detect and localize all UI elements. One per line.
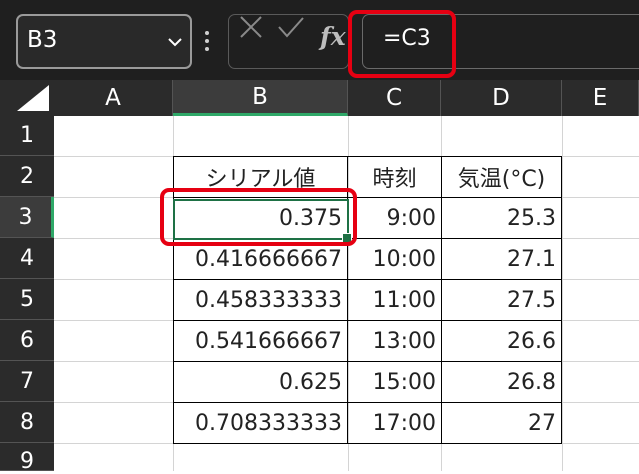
cell-c5[interactable]: 11:00 [348, 280, 441, 320]
row-header-8[interactable]: 8 [0, 402, 54, 443]
cell-c8[interactable]: 17:00 [348, 403, 441, 443]
row-header-9[interactable]: 9 [0, 443, 54, 474]
name-box-value: B3 [27, 27, 58, 53]
select-all-button[interactable] [0, 80, 54, 116]
spreadsheet-grid: A B C D E 1 2 3 4 5 6 7 8 9 シリアル値 時刻 気温(… [0, 80, 639, 474]
cell-c7[interactable]: 15:00 [348, 362, 441, 402]
cell-d8[interactable]: 27 [442, 403, 561, 443]
formula-bar: B3 fx =C3 [0, 0, 639, 80]
row-header-7[interactable]: 7 [0, 361, 54, 402]
cell-d6[interactable]: 26.6 [442, 321, 561, 361]
insert-function-icon[interactable]: fx [320, 22, 346, 51]
column-header-e[interactable]: E [562, 80, 639, 116]
cell-highlight-annotation [160, 188, 357, 246]
cancel-icon[interactable] [238, 12, 264, 42]
column-header-a[interactable]: A [54, 80, 173, 116]
cell-d7[interactable]: 26.8 [442, 362, 561, 402]
cell-c6[interactable]: 13:00 [348, 321, 441, 361]
formula-highlight-annotation [348, 10, 456, 78]
more-options-icon[interactable] [205, 31, 209, 51]
row-header-3[interactable]: 3 [0, 197, 54, 238]
cell-b8[interactable]: 0.708333333 [174, 403, 347, 443]
row-header-2[interactable]: 2 [0, 156, 54, 197]
chevron-down-icon[interactable] [168, 35, 182, 49]
name-box[interactable]: B3 [16, 14, 192, 69]
cell-d5[interactable]: 27.5 [442, 280, 561, 320]
row-header-6[interactable]: 6 [0, 320, 54, 361]
row-header-5[interactable]: 5 [0, 279, 54, 320]
column-header-b[interactable]: B [173, 80, 348, 116]
header-cell-temp[interactable]: 気温(°C) [442, 157, 561, 197]
row-header-4[interactable]: 4 [0, 238, 54, 279]
cell-b5[interactable]: 0.458333333 [174, 280, 347, 320]
cell-d4[interactable]: 27.1 [442, 239, 561, 279]
enter-check-icon[interactable] [276, 12, 306, 42]
cell-d3[interactable]: 25.3 [442, 198, 561, 238]
cell-c4[interactable]: 10:00 [348, 239, 441, 279]
cell-b7[interactable]: 0.625 [174, 362, 347, 402]
cell-c3[interactable]: 9:00 [348, 198, 441, 238]
row-header-1[interactable]: 1 [0, 116, 54, 156]
column-header-d[interactable]: D [441, 80, 562, 116]
cell-b6[interactable]: 0.541666667 [174, 321, 347, 361]
column-header-c[interactable]: C [348, 80, 441, 116]
header-cell-time[interactable]: 時刻 [348, 157, 441, 197]
